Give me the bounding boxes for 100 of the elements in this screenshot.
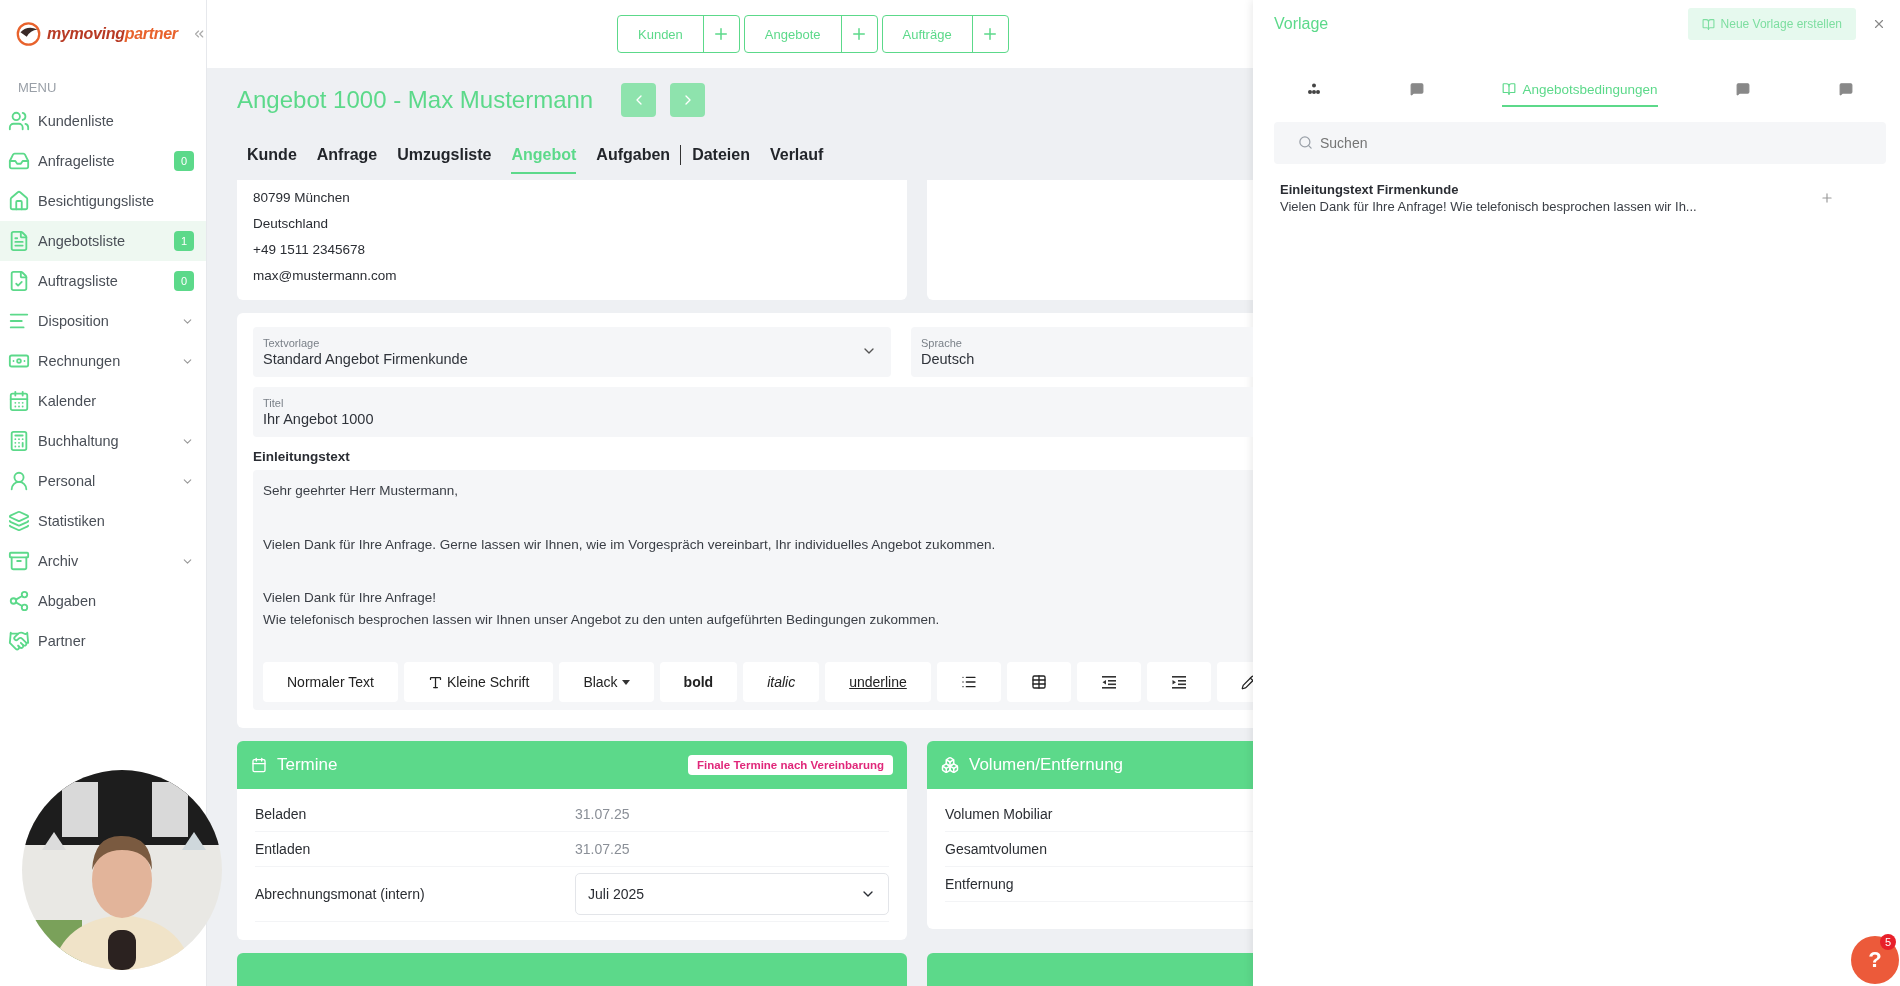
list-icon <box>960 674 977 690</box>
sidebar-label: Auftragsliste <box>38 273 119 289</box>
sidebar-item[interactable]: Disposition <box>0 301 206 341</box>
archive-icon <box>8 550 30 572</box>
sidebar-label: Besichtigungsliste <box>38 193 156 209</box>
address-line: +49 1511 2345678 <box>253 240 366 259</box>
search-field[interactable]: Suchen <box>1274 122 1886 164</box>
outdent-icon <box>1100 674 1117 690</box>
people-icon <box>8 110 30 132</box>
sidebar-label: Partner <box>38 633 87 649</box>
text-editor[interactable] <box>253 470 1253 710</box>
layers-icon <box>8 510 30 532</box>
document-icon <box>8 230 30 252</box>
format-button[interactable]: Black <box>559 662 654 702</box>
sidebar-label: Rechnungen <box>38 353 122 369</box>
sidebar-label: Kundenliste <box>38 113 115 129</box>
tray-icon <box>8 150 30 172</box>
tool-button[interactable] <box>1006 662 1071 702</box>
house-icon <box>8 190 30 212</box>
sidebar-label: Personal <box>38 473 97 489</box>
book-icon <box>1701 17 1715 31</box>
speech-bubble-icon <box>1736 82 1750 96</box>
page-title: Angebot 1000 - Max Mustermann <box>237 86 594 114</box>
calculator-icon <box>8 430 30 452</box>
sidebar-label: Archiv <box>38 553 80 569</box>
row-value: 31.07.25 <box>575 841 631 857</box>
sidebar-label: Statistiken <box>38 513 106 529</box>
tab[interactable]: Kunde <box>247 138 297 174</box>
row-label: Gesamtvolumen <box>945 841 1048 857</box>
note-badge: Finale Termine nach Vereinbarung <box>687 755 893 775</box>
boxes-icon <box>941 756 959 774</box>
sidebar-item[interactable]: Anfrageliste 0 <box>0 141 206 181</box>
sidebar-item[interactable]: Statistiken <box>0 501 206 541</box>
add-button[interactable] <box>1820 191 1834 205</box>
sidebar-item[interactable]: Auftragsliste 0 <box>0 261 206 301</box>
calendar-icon <box>8 390 30 412</box>
template-select[interactable]: Textvorlage Standard Angebot Firmenkunde <box>253 327 891 377</box>
tool-button[interactable] <box>1076 662 1141 702</box>
template-preview: Vielen Dank für Ihre Anfrage! Wie telefonisch besprochen lassen wir Ih... <box>1280 199 1698 214</box>
font-size-icon <box>427 674 443 690</box>
search-icon <box>1298 135 1313 150</box>
person-icon <box>8 470 30 492</box>
sidebar-item[interactable]: Partner <box>0 621 206 661</box>
close-button[interactable] <box>1872 17 1886 31</box>
speech-bubble-icon <box>1410 82 1424 96</box>
sidebar-item[interactable]: Besichtigungsliste <box>0 181 206 221</box>
count-badge: 0 <box>174 271 194 291</box>
editor-label: Einleitungstext <box>253 449 351 464</box>
tab[interactable]: Verlauf <box>769 138 824 174</box>
sidebar-item[interactable]: Archiv <box>0 541 206 581</box>
sidebar-label: Kalender <box>38 393 98 409</box>
sidebar-item[interactable]: Rechnungen <box>0 341 206 381</box>
sidebar-item[interactable]: Buchhaltung <box>0 421 206 461</box>
sidebar-item[interactable]: Kundenliste <box>0 101 206 141</box>
sidebar-label: Buchhaltung <box>38 433 120 449</box>
format-button[interactable]: bold <box>659 662 738 702</box>
menu-heading: MENU <box>17 79 58 97</box>
template-title: Einleitungstext Firmenkunde <box>1280 182 1460 197</box>
indent-icon <box>1170 674 1187 690</box>
logo-icon <box>16 20 42 48</box>
row-label: Volumen Mobiliar <box>945 806 1054 822</box>
format-button[interactable]: underline <box>825 662 931 702</box>
row-label: Entladen <box>255 841 312 857</box>
book-icon <box>1502 82 1517 96</box>
tool-button[interactable] <box>1146 662 1211 702</box>
sidebar-item[interactable]: Kalender <box>0 381 206 421</box>
sidebar-item[interactable]: Angebotsliste 1 <box>0 221 206 261</box>
tab[interactable]: Umzugsliste <box>397 138 492 174</box>
panel-title: Vorlage <box>1274 15 1330 33</box>
row-label: Abrechnungsmonat (intern) <box>255 886 426 902</box>
row-label: Beladen <box>255 806 308 822</box>
card-title: Termine <box>277 755 338 775</box>
title-field[interactable]: Titel Ihr Angebot 1000 <box>253 387 1253 437</box>
tab[interactable]: Anfrage <box>316 138 378 174</box>
format-button[interactable]: italic <box>743 662 820 702</box>
logo-text: mymovingpartner <box>47 25 178 43</box>
address-line: max@mustermann.com <box>253 266 398 285</box>
address-line: Deutschland <box>253 214 330 233</box>
sidebar-label: Abgaben <box>38 593 98 609</box>
caret-icon <box>621 679 630 685</box>
plus-icon <box>850 25 868 43</box>
plus-icon <box>1820 191 1834 205</box>
card-title: Volumen/Entfernung <box>969 755 1124 775</box>
language-field[interactable]: Sprache Deutsch <box>911 327 1253 377</box>
format-button[interactable]: Kleine Schrift <box>403 662 554 702</box>
row-label: Entfernung <box>945 876 1015 892</box>
calendar-icon <box>251 757 267 773</box>
sidebar-label: Anfrageliste <box>38 153 116 169</box>
sidebar-item[interactable]: Abgaben <box>0 581 206 621</box>
close-icon <box>1872 17 1886 31</box>
count-badge: 0 <box>174 151 194 171</box>
editor-line: Vielen Dank für Ihre Anfrage. Gerne lassen wir Ihnen, wie im Vorgespräch vereinbart, Ihr individuelles Angebot zukommen. <box>263 535 997 554</box>
sidebar-item[interactable]: Personal <box>0 461 206 501</box>
speech-bubble-icon <box>1839 82 1853 96</box>
network-icon <box>8 590 30 612</box>
month-select[interactable]: Juli 2025 <box>575 873 889 915</box>
format-button[interactable]: Normaler Text <box>263 662 398 702</box>
row-value: 31.07.25 <box>575 806 631 822</box>
table-icon <box>1030 674 1047 690</box>
tab[interactable]: Dateien <box>692 138 750 174</box>
